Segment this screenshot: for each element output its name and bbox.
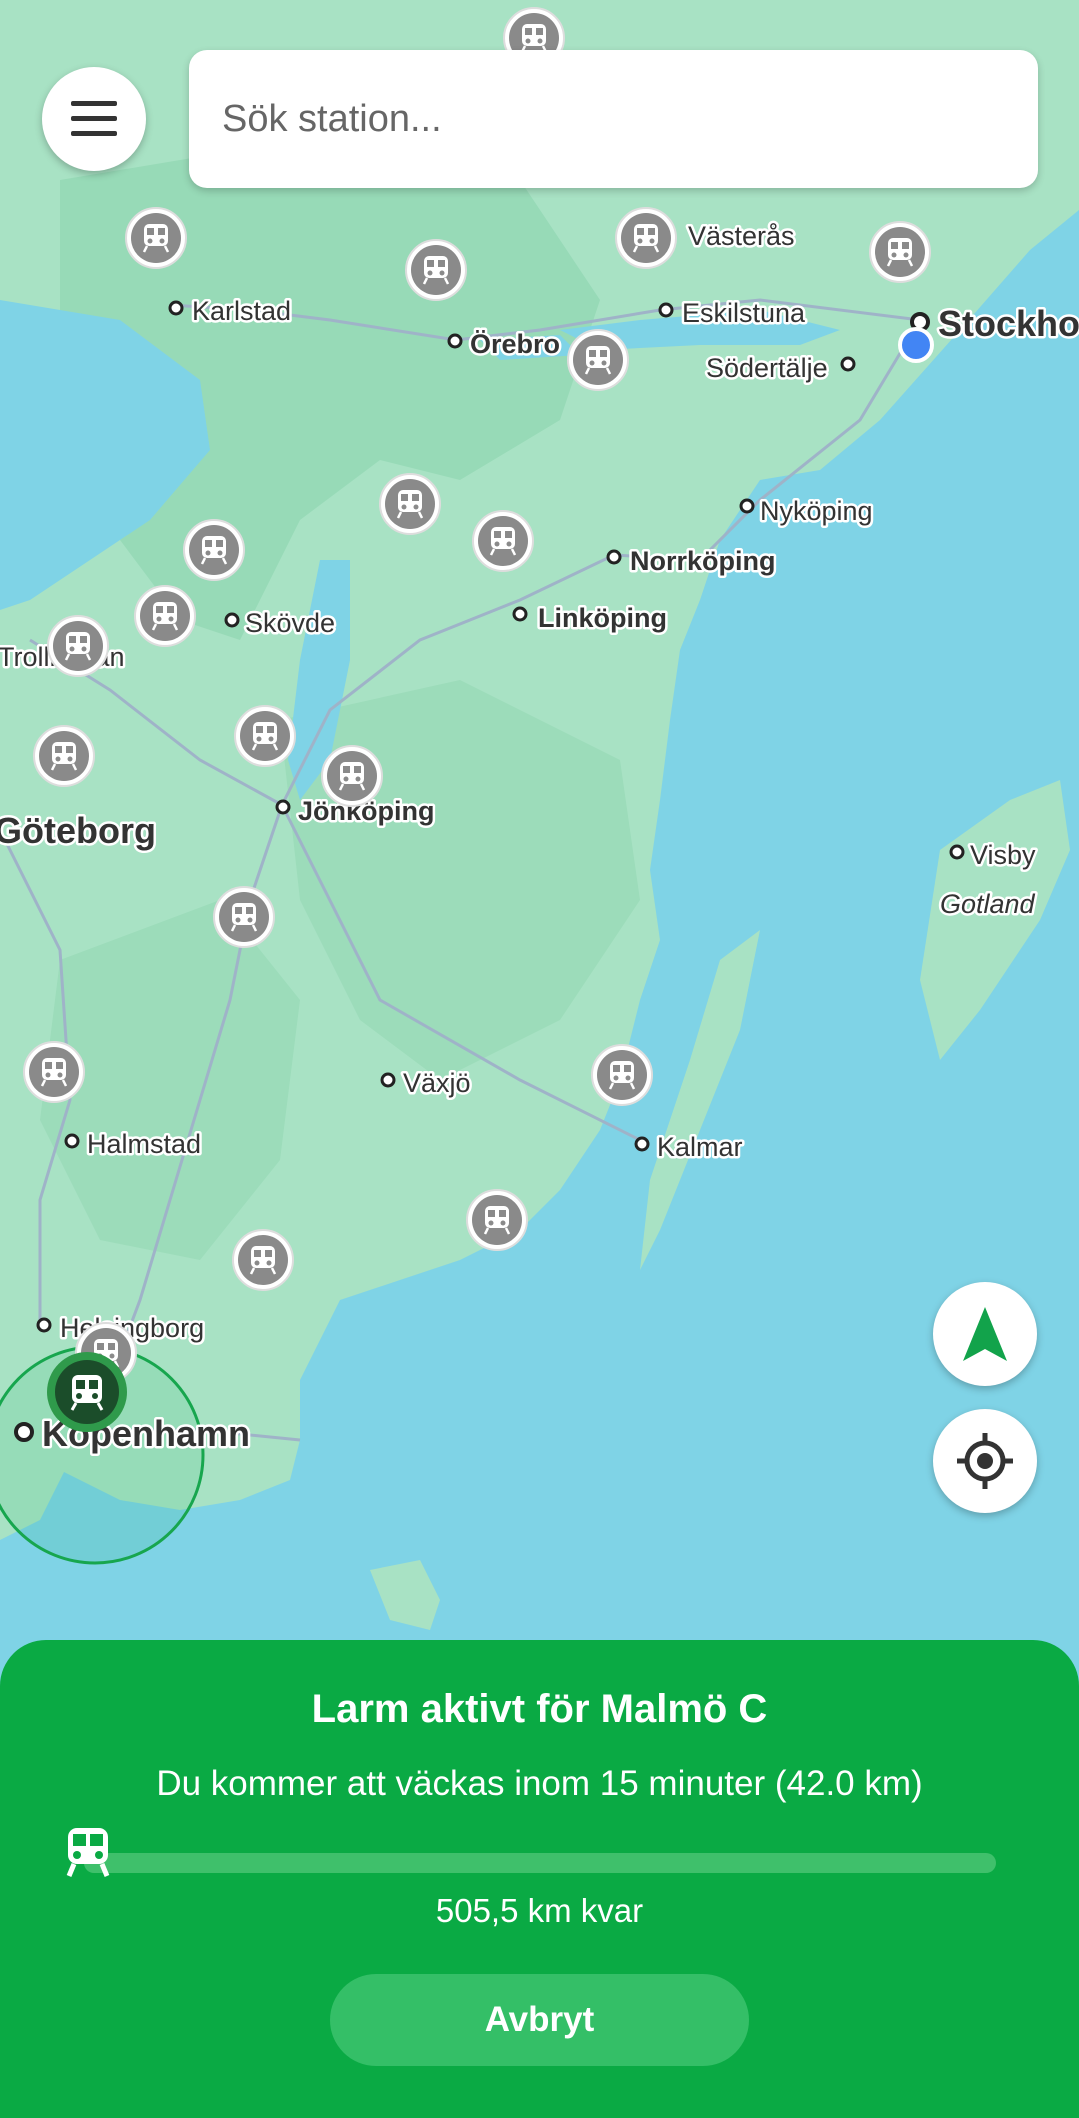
search-bar[interactable] [189, 50, 1038, 188]
my-location-button[interactable] [933, 1409, 1037, 1513]
alarm-subtitle: Du kommer att väckas inom 15 minuter (42… [156, 1764, 923, 1803]
city-label: Skövde [245, 608, 335, 638]
city-label: Stockholm [938, 303, 1079, 344]
station-marker[interactable] [405, 239, 467, 301]
city-dot [634, 1136, 650, 1152]
city-label: Halmstad [87, 1129, 201, 1159]
city-label: Karlstad [192, 296, 291, 326]
station-marker[interactable] [567, 329, 629, 391]
city-label: Kalmar [657, 1132, 743, 1162]
city-label: Norrköping [630, 546, 776, 576]
city-dot [224, 612, 240, 628]
station-marker[interactable] [615, 207, 677, 269]
station-marker[interactable] [213, 886, 275, 948]
city-dot [606, 549, 622, 565]
navigate-button[interactable] [933, 1282, 1037, 1386]
station-marker[interactable] [321, 745, 383, 807]
station-marker[interactable] [234, 705, 296, 767]
my-location-icon [957, 1433, 1013, 1489]
city-label: Eskilstuna [682, 298, 806, 328]
active-station-marker[interactable] [47, 1352, 127, 1432]
station-marker[interactable] [466, 1189, 528, 1251]
city-dot [840, 356, 856, 372]
distance-remaining: 505,5 km kvar [435, 1892, 644, 1929]
station-marker[interactable] [379, 473, 441, 535]
city-label: Nyköping [760, 496, 873, 526]
alarm-title: Larm aktivt för Malmö C [311, 1687, 768, 1731]
city-dot [739, 498, 755, 514]
station-marker[interactable] [591, 1044, 653, 1106]
station-marker[interactable] [134, 585, 196, 647]
city-dot [447, 333, 463, 349]
station-marker[interactable] [125, 207, 187, 269]
station-marker[interactable] [23, 1041, 85, 1103]
city-dot [64, 1133, 80, 1149]
cancel-button[interactable]: Avbryt [330, 1974, 749, 2066]
trip-progress-bar [66, 1828, 996, 1877]
city-label: Södertälje [706, 353, 828, 383]
city-label: Göteborg [0, 810, 156, 851]
station-marker[interactable] [33, 725, 95, 787]
user-location-dot [898, 327, 934, 363]
city-dot [380, 1072, 396, 1088]
navigation-arrow-icon [963, 1307, 1007, 1361]
city-label: Gotland [940, 889, 1036, 919]
city-dot [36, 1317, 52, 1333]
station-marker[interactable] [183, 519, 245, 581]
station-marker[interactable] [472, 510, 534, 572]
city-dot [14, 1422, 34, 1442]
alarm-panel: Larm aktivt för Malmö C Du kommer att vä… [0, 1640, 1079, 2118]
menu-button[interactable] [42, 67, 146, 171]
city-dot [168, 300, 184, 316]
city-label: Växjö [403, 1068, 471, 1098]
city-label: Linköping [538, 603, 667, 633]
city-label: Västerås [688, 221, 795, 251]
menu-icon [71, 101, 117, 136]
city-dot [275, 799, 291, 815]
city-label: Örebro [470, 329, 560, 359]
city-dot [658, 302, 674, 318]
search-input[interactable] [220, 96, 1004, 142]
station-marker[interactable] [232, 1229, 294, 1291]
station-marker[interactable] [47, 615, 109, 677]
station-marker[interactable] [869, 221, 931, 283]
city-label: Visby [970, 840, 1036, 870]
city-dot [512, 606, 528, 622]
city-dot [949, 844, 965, 860]
train-icon [64, 1826, 112, 1878]
